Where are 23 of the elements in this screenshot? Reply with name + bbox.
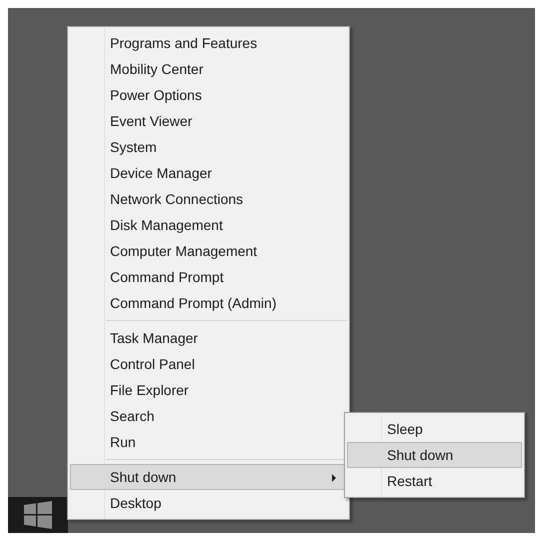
menu-item[interactable]: Desktop [70, 490, 347, 516]
menu-item[interactable]: Computer Management [70, 238, 347, 264]
menu-item[interactable]: Power Options [70, 82, 347, 108]
menu-item[interactable]: Search [70, 403, 347, 429]
menu-item[interactable]: Command Prompt (Admin) [70, 290, 347, 316]
menu-item[interactable]: Task Manager [70, 325, 347, 351]
menu-item[interactable]: Run [70, 429, 347, 455]
menu-item[interactable]: Sleep [347, 416, 522, 442]
menu-item[interactable]: Control Panel [70, 351, 347, 377]
menu-item[interactable]: Network Connections [70, 186, 347, 212]
menu-item[interactable]: Event Viewer [70, 108, 347, 134]
windows-logo-icon [24, 501, 52, 529]
menu-item[interactable]: Programs and Features [70, 30, 347, 56]
menu-item[interactable]: Device Manager [70, 160, 347, 186]
menu-item[interactable]: Shut down [347, 442, 522, 468]
menu-item[interactable]: File Explorer [70, 377, 347, 403]
start-button[interactable] [8, 497, 68, 533]
menu-item[interactable]: System [70, 134, 347, 160]
menu-item[interactable]: Disk Management [70, 212, 347, 238]
menu-item[interactable]: Restart [347, 468, 522, 494]
menu-item[interactable]: Command Prompt [70, 264, 347, 290]
menu-item[interactable]: Shut down [70, 464, 347, 490]
menu-item[interactable]: Mobility Center [70, 56, 347, 82]
